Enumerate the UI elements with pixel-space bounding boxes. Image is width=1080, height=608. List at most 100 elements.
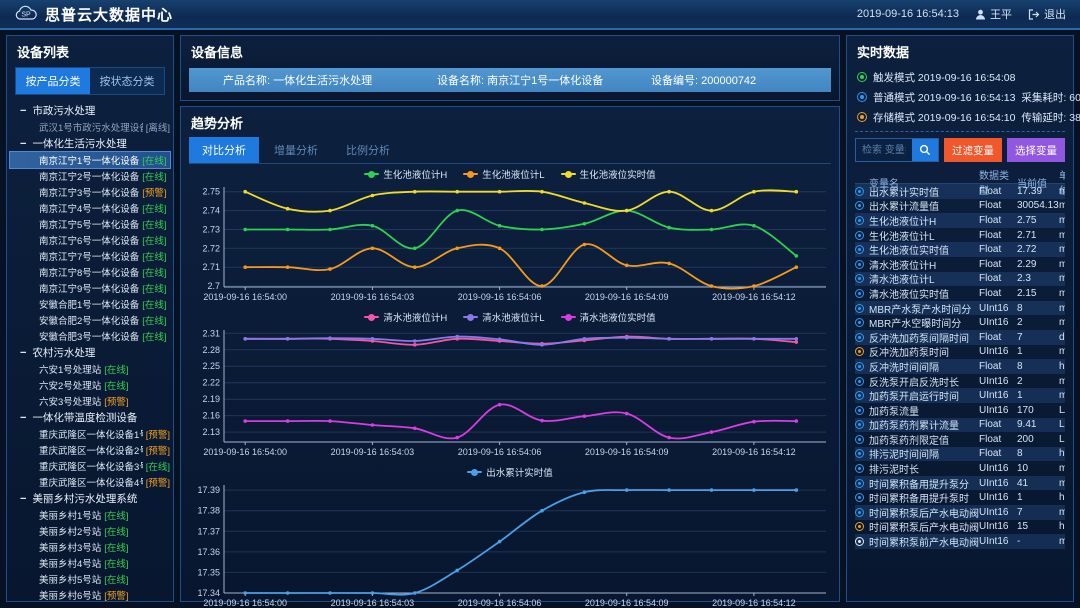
variable-status-icon [855,347,864,356]
variable-row[interactable]: 时间累积泵后产水电动阀分UInt167min [855,505,1065,520]
variable-row[interactable]: 反冲洗时间间隔Float8h [855,359,1065,374]
variable-row[interactable]: 出水累计流量值Float30054.13m3 [855,199,1065,214]
device-tree-item[interactable]: 美丽乡村3号站[在线] [10,539,170,555]
search-button[interactable] [912,139,938,161]
device-group[interactable]: −一体化带温度检测设备 [10,409,170,426]
device-tree-item[interactable]: 南京江宁9号一体化设备[在线] [10,280,170,296]
variable-row[interactable]: 清水池液位计HFloat2.29m [855,257,1065,272]
variable-type: UInt16 [979,390,1017,401]
variable-row[interactable]: 反洗泵开启反洗时长UInt162min [855,374,1065,389]
device-info-field: 设备名称: 南京江宁1号一体化设备 [403,72,617,88]
device-tree-item[interactable]: 六安1号处理站[在线] [10,361,170,377]
variable-row[interactable]: 出水累计实时值Float17.39m3/h [855,184,1065,199]
variable-status-icon [855,522,864,531]
variable-row[interactable]: 时间累积泵前产水电动阀分UInt16-min [855,534,1065,549]
variable-type: Float [979,200,1017,211]
legend-item[interactable]: 生化池液位计L [463,167,544,181]
device-tree-item[interactable]: 南京江宁6号一体化设备[在线] [10,232,170,248]
select-variables-button[interactable]: 选择变量 [1007,138,1065,162]
device-tree-item[interactable]: 南京江宁7号一体化设备[在线] [10,248,170,264]
device-group[interactable]: −美丽乡村污水处理系统 [10,490,170,507]
device-tree-item[interactable]: 南京江宁2号一体化设备[在线] [10,168,170,184]
legend-item[interactable]: 清水池液位实时值 [561,310,656,324]
device-tree-item[interactable]: 安徽合肥2号一体化设备[在线] [10,312,170,328]
variable-row[interactable]: 生化池液位计LFloat2.71m [855,228,1065,243]
filter-variables-button[interactable]: 过滤变量 [944,138,1002,162]
device-tree-item[interactable]: 重庆武隆区一体化设备4号站[预警] [10,474,170,490]
variable-row[interactable]: 生化池液位实时值Float2.72m [855,242,1065,257]
variable-row[interactable]: 清水池液位计LFloat2.3m [855,272,1065,287]
variable-search-input[interactable] [856,139,912,161]
trend-tab-3[interactable]: 比例分析 [333,137,403,163]
chart-block-2: 清水池液位计H清水池液位计L清水池液位实时值2.132.162.192.222.… [186,310,834,464]
device-tree-item[interactable]: 南京江宁5号一体化设备[在线] [10,216,170,232]
device-tree-item[interactable]: 美丽乡村1号站[在线] [10,507,170,523]
device-group[interactable]: −农村污水处理 [10,344,170,361]
legend-item[interactable]: 出水累计实时值 [467,465,553,479]
legend-dot-icon [467,314,474,321]
variable-row[interactable]: 生化池液位计HFloat2.75m [855,213,1065,228]
variable-row[interactable]: 时间累积泵后产水电动阀时UInt1615h [855,520,1065,535]
variable-status-icon [855,406,864,415]
trend-tab-2[interactable]: 增量分析 [261,137,331,163]
variable-name: 加药泵药剂累计流量 [869,417,979,432]
device-tree-item[interactable]: 六安3号处理站[预警] [10,393,170,409]
variable-row[interactable]: 反冲洗加药泵时间UInt161min [855,345,1065,360]
logo-wrap: SP 思普云大数据中心 [14,4,173,25]
variable-unit: min [1059,390,1065,401]
svg-text:2.16: 2.16 [202,411,220,421]
device-tree-item[interactable]: 南京江宁4号一体化设备[在线] [10,200,170,216]
variable-row[interactable]: 加药泵药剂限定值Float200L [855,432,1065,447]
variable-status-icon [855,420,864,429]
device-tree-item[interactable]: 南京江宁3号一体化设备[预警] [10,184,170,200]
device-tree-item[interactable]: 安徽合肥1号一体化设备[在线] [10,296,170,312]
variable-row[interactable]: 反冲洗加药泵间隔时间Float7d [855,330,1065,345]
device-tree-item[interactable]: 美丽乡村2号站[在线] [10,523,170,539]
variable-unit: m [1059,244,1065,255]
variable-name: 时间累积备用提升泵分 [869,476,979,491]
device-tree-item[interactable]: 美丽乡村4号站[在线] [10,555,170,571]
collapse-icon: − [20,139,26,149]
variable-row[interactable]: 时间累积备用提升泵分UInt1641min [855,476,1065,491]
variable-type: Float [979,244,1017,255]
svg-text:2019-09-16 16:54:00: 2019-09-16 16:54:00 [203,598,287,608]
sidebar-tab-2[interactable]: 按状态分类 [90,68,164,94]
device-tree-item[interactable]: 美丽乡村5号站[在线] [10,571,170,587]
variable-value: 200 [1017,434,1059,445]
device-group[interactable]: −市政污水处理 [10,102,170,119]
legend-item[interactable]: 生化池液位计H [364,167,447,181]
variable-row[interactable]: 排污泥时间间隔Float8h [855,447,1065,462]
variable-row[interactable]: MBR产水空曝时间分UInt162min [855,315,1065,330]
variable-status-icon [855,493,864,502]
variable-row[interactable]: 时间累积备用提升泵时UInt161h [855,490,1065,505]
device-tree-item[interactable]: 南京江宁1号一体化设备[在线] [10,152,170,168]
device-name: 美丽乡村6号站 [39,588,101,601]
device-tree-item[interactable]: 重庆武隆区一体化设备3号站[在线] [10,458,170,474]
device-tree-item[interactable]: 南京江宁8号一体化设备[在线] [10,264,170,280]
device-group[interactable]: −一体化生活污水处理 [10,135,170,152]
svg-text:2019-09-16 16:54:12: 2019-09-16 16:54:12 [712,292,796,302]
svg-text:17.36: 17.36 [197,547,220,557]
variable-row[interactable]: MBR产水泵产水时间分UInt168min [855,301,1065,316]
trend-tab-1[interactable]: 对比分析 [189,137,259,163]
variable-type: Float [979,448,1017,459]
device-tree-item[interactable]: 重庆武隆区一体化设备1号站[预警] [10,426,170,442]
device-tree-item[interactable]: 武汉1号市政污水处理设备[离线] [10,119,170,135]
device-tree-item[interactable]: 安徽合肥3号一体化设备[在线] [10,328,170,344]
variable-row[interactable]: 排污泥时长UInt1610min [855,461,1065,476]
legend-item[interactable]: 生化池液位实时值 [561,167,656,181]
legend-item[interactable]: 清水池液位计H [364,310,447,324]
device-tree-item[interactable]: 六安2号处理站[在线] [10,377,170,393]
variable-row[interactable]: 加药泵药剂累计流量Float9.41L [855,418,1065,433]
device-tree-item[interactable]: 美丽乡村6号站[预警] [10,587,170,601]
device-tree-item[interactable]: 重庆武隆区一体化设备2号站[预警] [10,442,170,458]
sidebar-tab-1[interactable]: 按产品分类 [16,68,90,94]
variable-row[interactable]: 加药泵流量UInt16170L/H [855,403,1065,418]
variable-row[interactable]: 加药泵开启运行时间UInt161min [855,388,1065,403]
variable-row[interactable]: 清水池液位实时值Float2.15m [855,286,1065,301]
device-list-tabs: 按产品分类按状态分类 [15,67,165,95]
legend-line-icon [463,316,478,318]
logout-button[interactable]: 退出 [1028,6,1066,22]
user-menu[interactable]: 王平 [975,6,1012,22]
legend-item[interactable]: 清水池液位计L [463,310,544,324]
